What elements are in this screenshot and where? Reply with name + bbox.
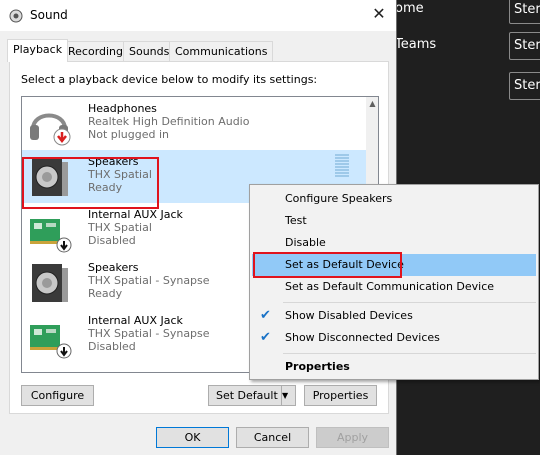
- device-description: THX Spatial: [88, 221, 152, 234]
- scroll-up-icon[interactable]: ▲: [366, 97, 378, 110]
- device-name: Internal AUX Jack: [88, 314, 183, 327]
- bg-row-button[interactable]: Ster: [509, 32, 540, 60]
- annotation-highlight-speakers: [22, 157, 159, 209]
- menu-item-set-default-communication[interactable]: Set as Default Communication Device: [252, 276, 536, 298]
- menu-separator: [283, 302, 536, 303]
- checkmark-icon: ✔: [260, 330, 271, 345]
- device-name: Headphones: [88, 102, 157, 115]
- apply-button[interactable]: Apply: [316, 427, 389, 448]
- context-menu: Configure Speakers Test Disable Set as D…: [249, 184, 539, 380]
- chevron-down-icon[interactable]: ▼: [281, 386, 295, 405]
- menu-item-test[interactable]: Test: [252, 210, 536, 232]
- menu-item-disable[interactable]: Disable: [252, 232, 536, 254]
- device-status: Not plugged in: [88, 128, 170, 141]
- device-status: Disabled: [88, 340, 136, 353]
- bg-row-label: Teams: [395, 37, 437, 52]
- tab-sounds[interactable]: Sounds: [123, 41, 176, 61]
- circuit-board-icon: [30, 325, 72, 359]
- bg-row-home: ome Ster: [395, 0, 540, 24]
- tab-communications[interactable]: Communications: [169, 41, 274, 61]
- checkmark-icon: ✔: [260, 308, 271, 323]
- circuit-board-icon: [30, 219, 72, 253]
- bg-row-teams: Teams Ster: [395, 32, 540, 60]
- set-default-label: Set Default: [216, 389, 278, 402]
- device-status: Disabled: [88, 234, 136, 247]
- menu-item-label: Show Disabled Devices: [285, 309, 413, 322]
- speaker-icon: [32, 264, 68, 302]
- headphones-icon: [30, 113, 71, 146]
- annotation-highlight-set-default: [253, 252, 402, 278]
- menu-item-label: Show Disconnected Devices: [285, 331, 440, 344]
- device-name: Internal AUX Jack: [88, 208, 183, 221]
- device-headphones[interactable]: Headphones Realtek High Definition Audio…: [22, 97, 366, 150]
- bg-row-button[interactable]: Ster: [509, 72, 540, 100]
- bg-row-third: Ster: [395, 72, 540, 100]
- device-status: Ready: [88, 287, 123, 300]
- instruction-text: Select a playback device below to modify…: [21, 73, 318, 86]
- menu-item-configure-speakers[interactable]: Configure Speakers: [252, 188, 536, 210]
- window-title: Sound: [30, 8, 68, 22]
- bg-row-label: ome: [395, 1, 424, 16]
- tab-recording[interactable]: Recording: [62, 41, 130, 61]
- device-description: THX Spatial - Synapse: [88, 327, 210, 340]
- configure-button[interactable]: Configure: [21, 385, 94, 406]
- menu-item-show-disconnected[interactable]: ✔ Show Disconnected Devices: [252, 327, 536, 349]
- tab-playback[interactable]: Playback: [7, 39, 69, 62]
- close-button[interactable]: ✕: [364, 3, 394, 27]
- cancel-button[interactable]: Cancel: [236, 427, 309, 448]
- menu-item-show-disabled[interactable]: ✔ Show Disabled Devices: [252, 305, 536, 327]
- device-description: THX Spatial - Synapse: [88, 274, 210, 287]
- bg-row-button[interactable]: Ster: [509, 0, 540, 24]
- device-name: Speakers: [88, 261, 139, 274]
- volume-meter: [335, 154, 349, 180]
- set-default-button[interactable]: Set Default ▼: [208, 385, 296, 406]
- menu-item-properties[interactable]: Properties: [252, 356, 536, 378]
- speaker-app-icon: [9, 9, 23, 23]
- menu-separator: [283, 353, 536, 354]
- device-description: Realtek High Definition Audio: [88, 115, 250, 128]
- title-bar[interactable]: Sound ✕: [0, 0, 396, 31]
- properties-button[interactable]: Properties: [304, 385, 377, 406]
- ok-button[interactable]: OK: [156, 427, 229, 448]
